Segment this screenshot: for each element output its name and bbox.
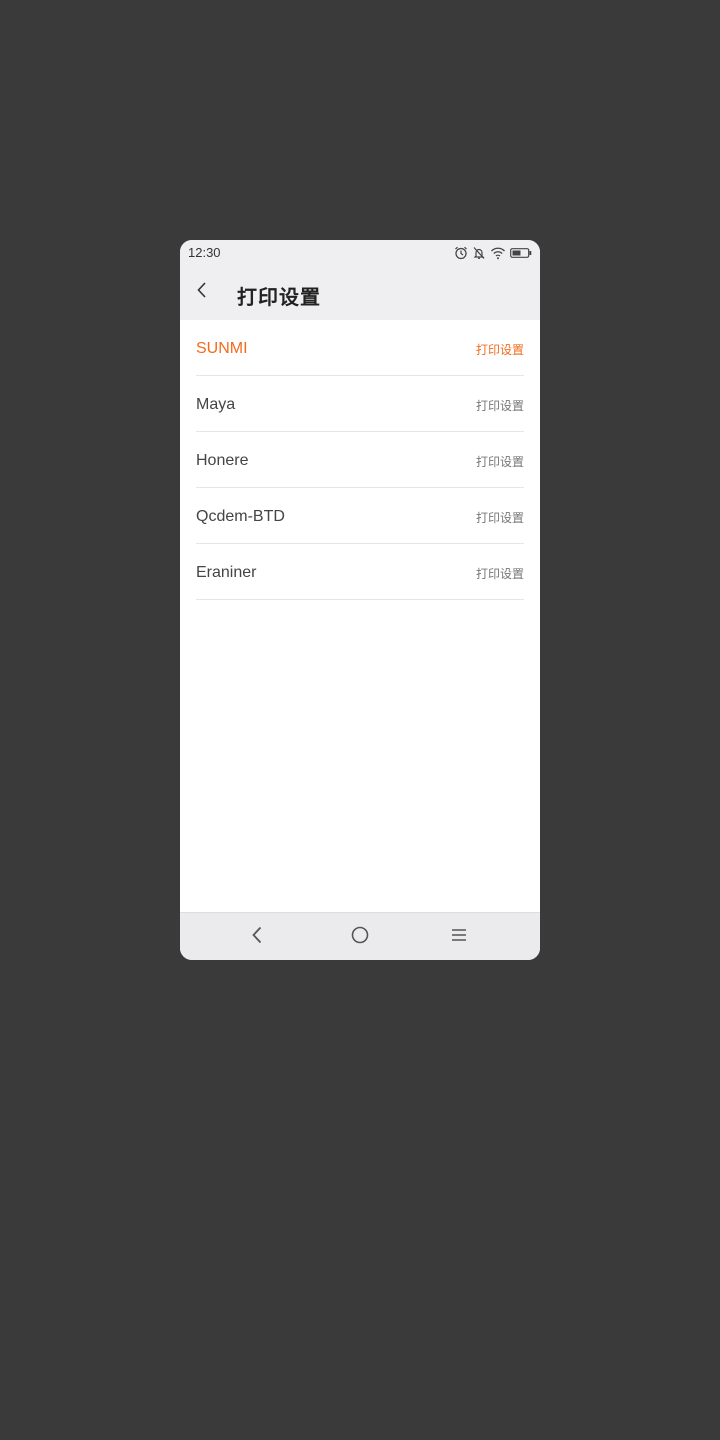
battery-icon bbox=[510, 247, 532, 259]
list-item[interactable]: Eraniner 打印设置 bbox=[196, 544, 524, 600]
print-settings-link[interactable]: 打印设置 bbox=[476, 453, 524, 470]
chevron-left-icon bbox=[196, 281, 208, 304]
printer-list: SUNMI 打印设置 Maya 打印设置 Honere 打印设置 Qcdem-B… bbox=[180, 320, 540, 600]
bell-muted-icon bbox=[472, 246, 486, 260]
printer-name: SUNMI bbox=[196, 340, 248, 357]
status-bar: 12:30 bbox=[180, 240, 540, 266]
nav-home-button[interactable] bbox=[348, 925, 372, 949]
system-nav-bar bbox=[180, 912, 540, 960]
nav-menu-button[interactable] bbox=[447, 925, 471, 949]
home-icon bbox=[350, 925, 370, 950]
alarm-icon bbox=[454, 246, 468, 260]
print-settings-link[interactable]: 打印设置 bbox=[476, 565, 524, 582]
print-settings-link[interactable]: 打印设置 bbox=[476, 341, 524, 358]
list-item[interactable]: Honere 打印设置 bbox=[196, 432, 524, 488]
status-icons bbox=[454, 245, 532, 261]
printer-name: Qcdem-BTD bbox=[196, 508, 285, 525]
wifi-icon bbox=[490, 246, 506, 260]
page-title: 打印设置 bbox=[237, 287, 321, 309]
menu-icon bbox=[450, 927, 468, 948]
status-time: 12:30 bbox=[188, 245, 221, 260]
app-header: 打印设置 bbox=[180, 266, 540, 320]
list-item[interactable]: Qcdem-BTD 打印设置 bbox=[196, 488, 524, 544]
print-settings-link[interactable]: 打印设置 bbox=[476, 509, 524, 526]
printer-name: Maya bbox=[196, 396, 236, 413]
list-item[interactable]: SUNMI 打印设置 bbox=[196, 320, 524, 376]
printer-name: Eraniner bbox=[196, 564, 257, 581]
back-icon bbox=[250, 925, 264, 950]
phone-screen: 12:30 打印设置 SUNMI 打印设置 Maya 打印设置 Honere 打… bbox=[180, 240, 540, 960]
print-settings-link[interactable]: 打印设置 bbox=[476, 397, 524, 414]
printer-name: Honere bbox=[196, 452, 249, 469]
nav-back-button[interactable] bbox=[245, 925, 269, 949]
list-item[interactable]: Maya 打印设置 bbox=[196, 376, 524, 432]
back-button[interactable] bbox=[190, 278, 214, 306]
